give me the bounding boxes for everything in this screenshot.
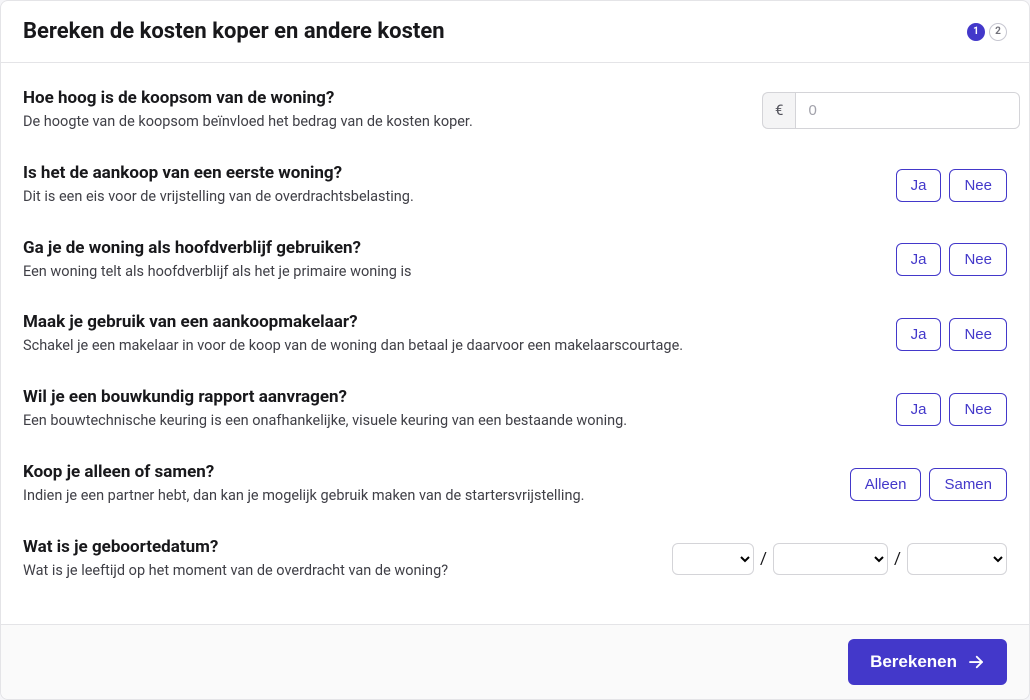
card-body: Hoe hoog is de koopsom van de woning? De…: [1, 63, 1029, 624]
first-home-yes-button[interactable]: Ja: [896, 169, 942, 202]
step-2-inactive: 2: [989, 23, 1007, 41]
q-subtitle: Een woning telt als hoofdverblijf als he…: [23, 261, 876, 283]
birthdate-year-select[interactable]: [907, 543, 1007, 575]
arrow-right-icon: [967, 653, 985, 671]
currency-prefix: €: [762, 92, 795, 129]
q-title: Hoe hoog is de koopsom van de woning?: [23, 88, 742, 108]
primary-residence-yes-button[interactable]: Ja: [896, 243, 942, 276]
building-report-no-button[interactable]: Nee: [949, 393, 1007, 426]
q-subtitle: Wat is je leeftijd op het moment van de …: [23, 560, 652, 582]
q-title: Ga je de woning als hoofdverblijf gebrui…: [23, 238, 876, 258]
q-title: Koop je alleen of samen?: [23, 462, 830, 482]
buyers-agent-toggle: Ja Nee: [896, 318, 1007, 351]
alone-together-toggle: Alleen Samen: [850, 468, 1007, 501]
purchase-price-input-group: €: [762, 92, 1007, 129]
buyers-agent-yes-button[interactable]: Ja: [896, 318, 942, 351]
birthdate-selects: / /: [672, 543, 1007, 575]
q-title: Wil je een bouwkundig rapport aanvragen?: [23, 387, 876, 407]
q-subtitle: Indien je een partner hebt, dan kan je m…: [23, 485, 830, 507]
question-buyers-agent: Maak je gebruik van een aankoopmakelaar?…: [23, 297, 1007, 372]
question-purchase-price: Hoe hoog is de koopsom van de woning? De…: [23, 73, 1007, 148]
question-first-home: Is het de aankoop van een eerste woning?…: [23, 148, 1007, 223]
question-primary-residence: Ga je de woning als hoofdverblijf gebrui…: [23, 223, 1007, 298]
birthdate-day-select[interactable]: [672, 543, 754, 575]
calculator-card: Bereken de kosten koper en andere kosten…: [0, 0, 1030, 700]
card-header: Bereken de kosten koper en andere kosten…: [1, 1, 1029, 63]
primary-residence-toggle: Ja Nee: [896, 243, 1007, 276]
step-1-active: 1: [967, 23, 985, 41]
alone-button[interactable]: Alleen: [850, 468, 922, 501]
q-title: Wat is je geboortedatum?: [23, 537, 652, 557]
q-subtitle: De hoogte van de koopsom beïnvloed het b…: [23, 111, 742, 133]
primary-residence-no-button[interactable]: Nee: [949, 243, 1007, 276]
date-separator: /: [760, 549, 767, 569]
first-home-no-button[interactable]: Nee: [949, 169, 1007, 202]
q-subtitle: Dit is een eis voor de vrijstelling van …: [23, 186, 876, 208]
q-title: Is het de aankoop van een eerste woning?: [23, 163, 876, 183]
question-building-report: Wil je een bouwkundig rapport aanvragen?…: [23, 372, 1007, 447]
together-button[interactable]: Samen: [929, 468, 1007, 501]
step-indicator: 1 2: [967, 23, 1007, 41]
calculate-button-label: Berekenen: [870, 652, 957, 672]
q-subtitle: Een bouwtechnische keuring is een onafha…: [23, 410, 876, 432]
buyers-agent-no-button[interactable]: Nee: [949, 318, 1007, 351]
question-birthdate: Wat is je geboortedatum? Wat is je leeft…: [23, 522, 1007, 597]
building-report-toggle: Ja Nee: [896, 393, 1007, 426]
q-subtitle: Schakel je een makelaar in voor de koop …: [23, 335, 876, 357]
purchase-price-input[interactable]: [795, 92, 1020, 129]
card-footer: Berekenen: [1, 624, 1029, 699]
q-title: Maak je gebruik van een aankoopmakelaar?: [23, 312, 876, 332]
question-alone-together: Koop je alleen of samen? Indien je een p…: [23, 447, 1007, 522]
birthdate-month-select[interactable]: [773, 543, 888, 575]
date-separator: /: [894, 549, 901, 569]
first-home-toggle: Ja Nee: [896, 169, 1007, 202]
page-title: Bereken de kosten koper en andere kosten: [23, 19, 445, 44]
building-report-yes-button[interactable]: Ja: [896, 393, 942, 426]
calculate-button[interactable]: Berekenen: [848, 639, 1007, 685]
